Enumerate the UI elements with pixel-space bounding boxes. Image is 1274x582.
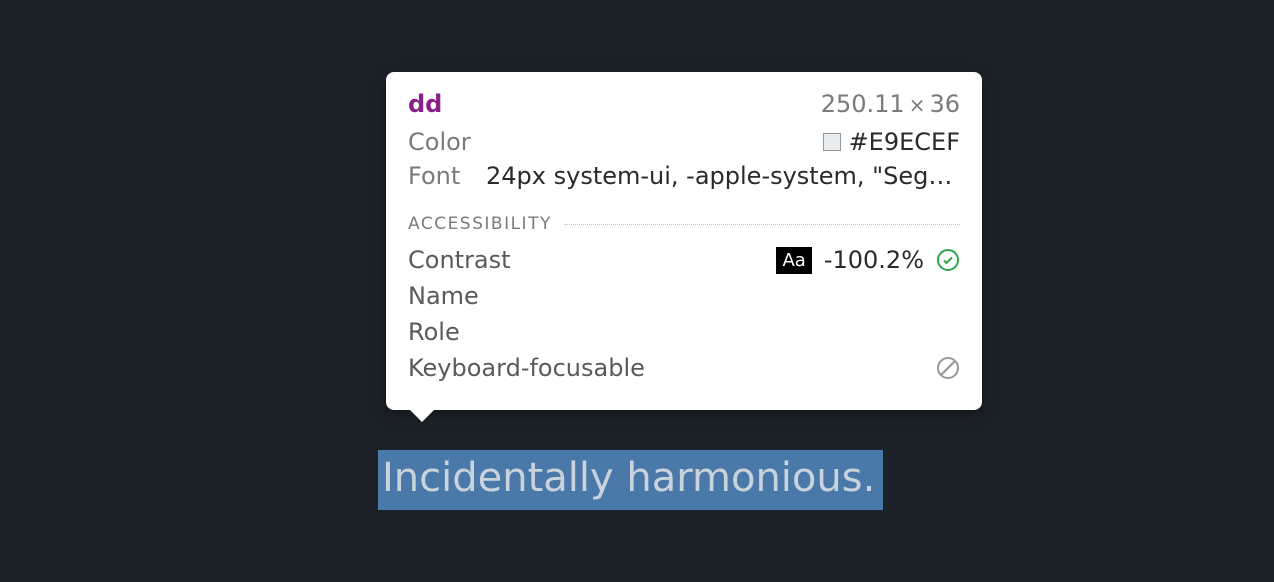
accessibility-section-header: ACCESSIBILITY [408, 214, 960, 234]
color-property-row: Color #E9ECEF [408, 128, 960, 156]
role-label: Role [408, 318, 460, 346]
role-row: Role [408, 318, 960, 346]
contrast-value: -100.2% [824, 246, 924, 274]
section-divider [564, 224, 960, 225]
font-value: 24px system-ui, -apple-system, "Segoe… [486, 162, 960, 190]
name-row: Name [408, 282, 960, 310]
element-dimensions: 250.11×36 [821, 90, 960, 118]
font-label: Font [408, 162, 478, 190]
contrast-value-wrap: Aa -100.2% [776, 246, 960, 274]
contrast-sample-badge: Aa [776, 247, 811, 274]
dimension-height: 36 [929, 90, 960, 118]
not-applicable-icon [936, 356, 960, 380]
color-value: #E9ECEF [849, 128, 960, 156]
dimension-separator: × [909, 93, 926, 117]
element-tag-name: dd [408, 90, 442, 118]
contrast-row: Contrast Aa -100.2% [408, 246, 960, 274]
font-property-row: Font 24px system-ui, -apple-system, "Seg… [408, 162, 960, 190]
check-circle-icon [936, 248, 960, 272]
color-label: Color [408, 128, 478, 156]
contrast-label: Contrast [408, 246, 511, 274]
color-swatch-icon [823, 133, 841, 151]
highlighted-element[interactable]: Incidentally harmonious. [378, 450, 883, 510]
inspector-tooltip: dd 250.11×36 Color #E9ECEF Font 24px sys… [386, 72, 982, 410]
accessibility-title: ACCESSIBILITY [408, 214, 552, 234]
name-label: Name [408, 282, 479, 310]
keyboard-focusable-row: Keyboard-focusable [408, 354, 960, 382]
color-value-wrap: #E9ECEF [823, 128, 960, 156]
tooltip-header: dd 250.11×36 [408, 90, 960, 118]
dimension-width: 250.11 [821, 90, 905, 118]
keyboard-focusable-label: Keyboard-focusable [408, 354, 645, 382]
